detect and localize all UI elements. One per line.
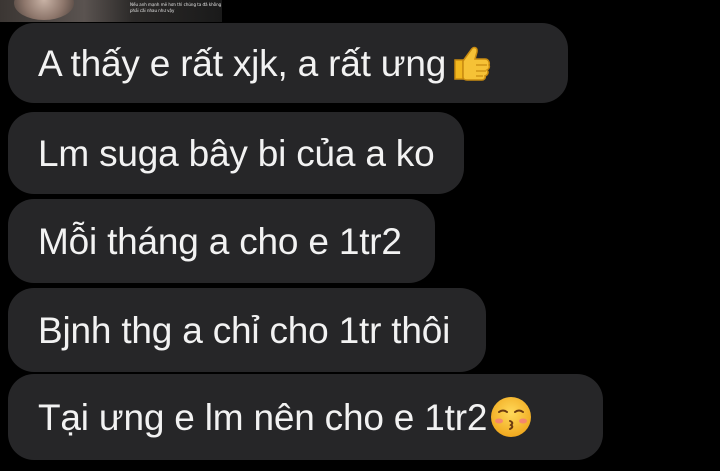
- message-bubble[interactable]: Lm suga bây bi của a ko: [8, 112, 464, 194]
- message-text: Tại ưng e lm nên cho e 1tr2: [38, 396, 488, 438]
- message-bubble[interactable]: Tại ưng e lm nên cho e 1tr2: [8, 374, 603, 460]
- message-text: Mỗi tháng a cho e 1tr2: [38, 220, 402, 262]
- kissing-face-icon: [489, 395, 533, 439]
- message-bubble[interactable]: Mỗi tháng a cho e 1tr2: [8, 199, 435, 283]
- message-bubble[interactable]: A thấy e rất xjk, a rất ưng: [8, 23, 568, 103]
- message-bubble[interactable]: Bjnh thg a chỉ cho 1tr thôi: [8, 288, 486, 372]
- message-text: Bjnh thg a chỉ cho 1tr thôi: [38, 309, 451, 351]
- message-text: Lm suga bây bi của a ko: [38, 132, 435, 174]
- message-text: A thấy e rất xjk, a rất ưng: [38, 42, 447, 84]
- thumbs-up-icon: [448, 41, 492, 85]
- message-list: A thấy e rất xjk, a rất ưng Lm suga bây …: [0, 0, 720, 471]
